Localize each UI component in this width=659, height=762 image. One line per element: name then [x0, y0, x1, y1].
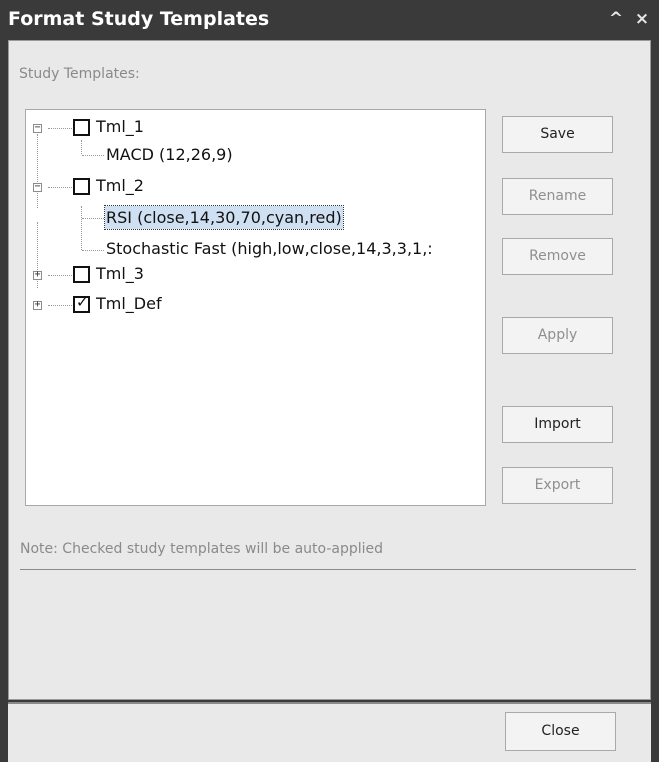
window-title: Format Study Templates: [8, 8, 270, 30]
tree-connector: [82, 218, 104, 219]
import-button[interactable]: Import: [502, 406, 613, 443]
dialog-body: Study Templates: − Tml_1 MACD (12,26,9) …: [8, 40, 651, 700]
tree-connector: [37, 134, 38, 208]
collapse-node-icon[interactable]: −: [33, 123, 42, 133]
tree-item-rsi[interactable]: RSI (close,14,30,70,cyan,red): [104, 205, 344, 230]
auto-apply-note: Note: Checked study templates will be au…: [20, 541, 384, 557]
checkbox-icon[interactable]: [73, 119, 90, 136]
dialog-footer: Close: [8, 702, 651, 762]
tree-node-tml-2[interactable]: Tml_2: [96, 174, 144, 198]
remove-button[interactable]: Remove: [502, 238, 613, 275]
checkbox-icon[interactable]: [73, 266, 90, 283]
checkmark-icon: ✓: [76, 293, 89, 311]
tree-node-tml-def[interactable]: Tml_Def: [96, 292, 162, 316]
rename-button[interactable]: Rename: [502, 178, 613, 215]
note-divider: [20, 569, 636, 570]
save-button[interactable]: Save: [502, 116, 613, 153]
tree-connector: [48, 187, 72, 188]
format-study-templates-window: Format Study Templates ^ × Study Templat…: [0, 0, 659, 762]
expand-icon[interactable]: +: [33, 300, 42, 310]
title-bar: Format Study Templates ^ ×: [0, 0, 659, 40]
tree-connector: [81, 206, 82, 250]
close-icon[interactable]: ×: [632, 8, 652, 30]
tree-connector: [48, 128, 72, 129]
tree-connector: [48, 275, 72, 276]
tree-node-tml-1[interactable]: Tml_1: [96, 115, 144, 139]
study-templates-label: Study Templates:: [19, 66, 140, 82]
checkbox-icon[interactable]: ✓: [73, 293, 90, 313]
tree-connector: [48, 305, 72, 306]
collapse-node-icon[interactable]: −: [33, 182, 42, 192]
tree-item-stochastic-fast[interactable]: Stochastic Fast (high,low,close,14,3,3,1…: [106, 237, 433, 261]
tree-node-tml-3[interactable]: Tml_3: [96, 262, 144, 286]
expand-icon[interactable]: +: [33, 270, 42, 280]
checkbox-icon[interactable]: [73, 178, 90, 195]
tree-connector: [82, 250, 104, 251]
tree-connector: [81, 140, 82, 154]
tree-item-macd[interactable]: MACD (12,26,9): [106, 143, 233, 167]
apply-button[interactable]: Apply: [502, 317, 613, 354]
close-button[interactable]: Close: [505, 712, 616, 751]
export-button[interactable]: Export: [502, 467, 613, 504]
templates-tree[interactable]: − Tml_1 MACD (12,26,9) − Tml_2 RSI (clos…: [25, 109, 486, 506]
collapse-icon[interactable]: ^: [606, 8, 626, 30]
tree-connector: [82, 155, 104, 156]
